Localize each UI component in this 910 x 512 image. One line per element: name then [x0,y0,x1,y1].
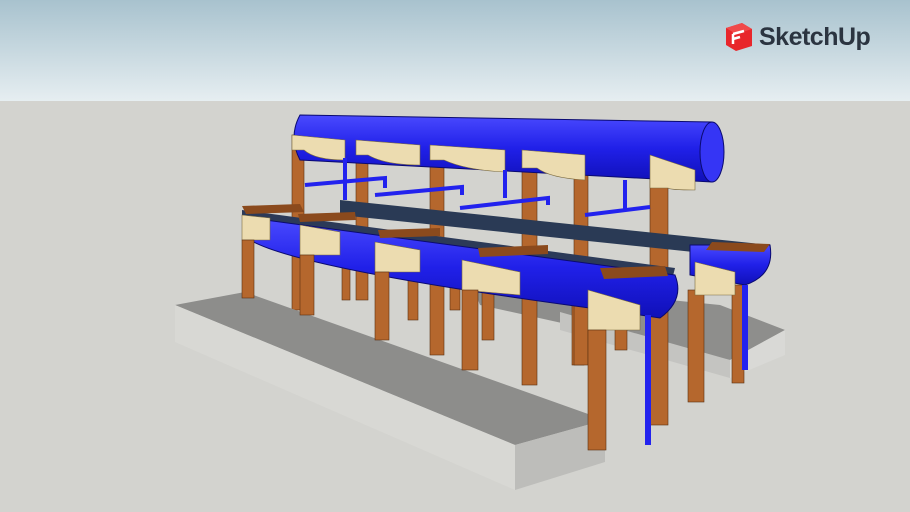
sketchup-logo: SketchUp [724,22,871,52]
sketchup-logo-icon [726,23,752,51]
model-viewport[interactable] [0,0,910,512]
brand-name: SketchUp [759,22,871,51]
